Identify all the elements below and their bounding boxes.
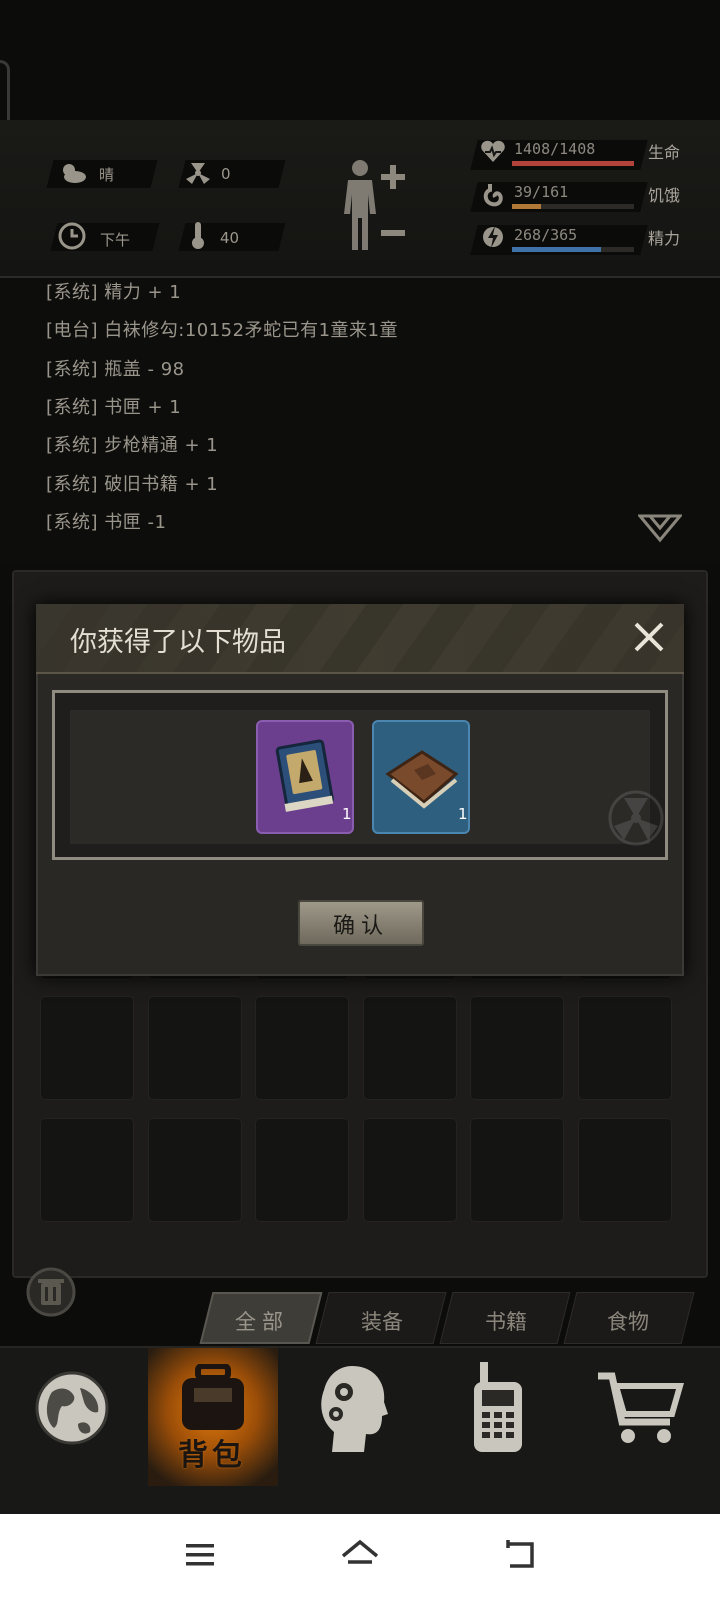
confirm-button-label: 确认 xyxy=(332,914,389,939)
home-icon[interactable] xyxy=(340,1538,380,1576)
inventory-slot[interactable] xyxy=(40,1118,134,1222)
inventory-slot[interactable] xyxy=(363,1118,457,1222)
thermometer-icon xyxy=(190,220,206,250)
inventory-slot[interactable] xyxy=(578,996,672,1100)
health-value: 1408/1408 xyxy=(514,140,596,158)
health-bar xyxy=(512,161,634,166)
radiation-value: 0 xyxy=(221,165,231,183)
radiation-icon xyxy=(185,161,211,185)
backpack-icon xyxy=(174,1363,252,1438)
inventory-slot[interactable] xyxy=(363,996,457,1100)
inventory-slot[interactable] xyxy=(148,1118,242,1222)
heart-icon xyxy=(480,140,506,164)
inventory-slot[interactable] xyxy=(255,996,349,1100)
log-line: [系统] 书匣 + 1 xyxy=(46,397,182,418)
inventory-slot[interactable] xyxy=(255,1118,349,1222)
inventory-slot[interactable] xyxy=(148,996,242,1100)
tab-food-label: 食物 xyxy=(607,1310,649,1334)
temperature-value: 40 xyxy=(220,229,240,247)
close-icon[interactable] xyxy=(632,620,666,658)
radio-icon[interactable] xyxy=(470,1360,526,1460)
log-line: [系统] 破旧书籍 + 1 xyxy=(46,474,219,495)
game-screen: 晴 0 下午 40 1408/1408 生命 39/161 饥饿 268/365… xyxy=(0,0,720,1600)
inventory-slot[interactable] xyxy=(578,1118,672,1222)
energy-value: 268/365 xyxy=(514,226,578,244)
log-line: [系统] 步枪精通 + 1 xyxy=(46,435,219,456)
message-log[interactable]: [系统] 精力 + 1 [电台] 白袜修勾:10152矛蛇已有1童来1童 [系统… xyxy=(0,280,720,565)
old-book-icon xyxy=(384,744,460,814)
tab-all-label: 全部 xyxy=(235,1310,289,1334)
health-label: 生命 xyxy=(648,143,681,162)
weather-text: 晴 xyxy=(99,166,115,184)
inventory-slot[interactable] xyxy=(40,996,134,1100)
head-gear-icon[interactable] xyxy=(318,1362,388,1458)
body-figure-icon[interactable] xyxy=(340,158,380,254)
cloud-sun-icon xyxy=(58,161,88,185)
chevron-down-icon[interactable] xyxy=(636,512,684,548)
item-count: 1 xyxy=(458,805,468,823)
hunger-value: 39/161 xyxy=(514,183,569,201)
energy-bar-fill xyxy=(512,247,602,252)
log-line: [系统] 书匣 -1 xyxy=(46,512,167,533)
hunger-bar-fill xyxy=(512,204,542,209)
energy-bar xyxy=(512,247,634,252)
plus-icon[interactable] xyxy=(378,162,408,192)
menu-icon[interactable] xyxy=(184,1540,216,1574)
trash-icon[interactable] xyxy=(26,1267,76,1321)
radiation-watermark-icon xyxy=(608,790,664,850)
globe-icon[interactable] xyxy=(34,1368,110,1452)
health-bar-fill xyxy=(512,161,634,166)
log-line: [系统] 精力 + 1 xyxy=(46,282,182,303)
inventory-slot[interactable] xyxy=(470,1118,564,1222)
backpack-label: 背包 xyxy=(178,1438,246,1473)
time-text: 下午 xyxy=(100,231,131,249)
log-line: [电台] 白袜修勾:10152矛蛇已有1童来1童 xyxy=(46,320,398,341)
skill-book-icon xyxy=(272,738,338,818)
inventory-slot[interactable] xyxy=(470,996,564,1100)
tab-books-label: 书籍 xyxy=(485,1310,527,1334)
item-count: 1 xyxy=(342,805,352,823)
log-line: [系统] 瓶盖 - 98 xyxy=(46,359,185,380)
items-list xyxy=(70,710,650,844)
shopping-cart-icon[interactable] xyxy=(596,1368,684,1452)
hunger-label: 饥饿 xyxy=(648,186,681,205)
tab-equipment-label: 装备 xyxy=(361,1310,403,1334)
clock-icon xyxy=(58,222,86,250)
back-icon[interactable] xyxy=(502,1538,536,1576)
minus-icon[interactable] xyxy=(380,224,406,236)
lightning-icon xyxy=(482,222,504,252)
hunger-bar xyxy=(512,204,634,209)
energy-label: 精力 xyxy=(648,229,681,248)
stomach-icon xyxy=(482,182,504,208)
dialog-title: 你获得了以下物品 xyxy=(70,627,286,658)
